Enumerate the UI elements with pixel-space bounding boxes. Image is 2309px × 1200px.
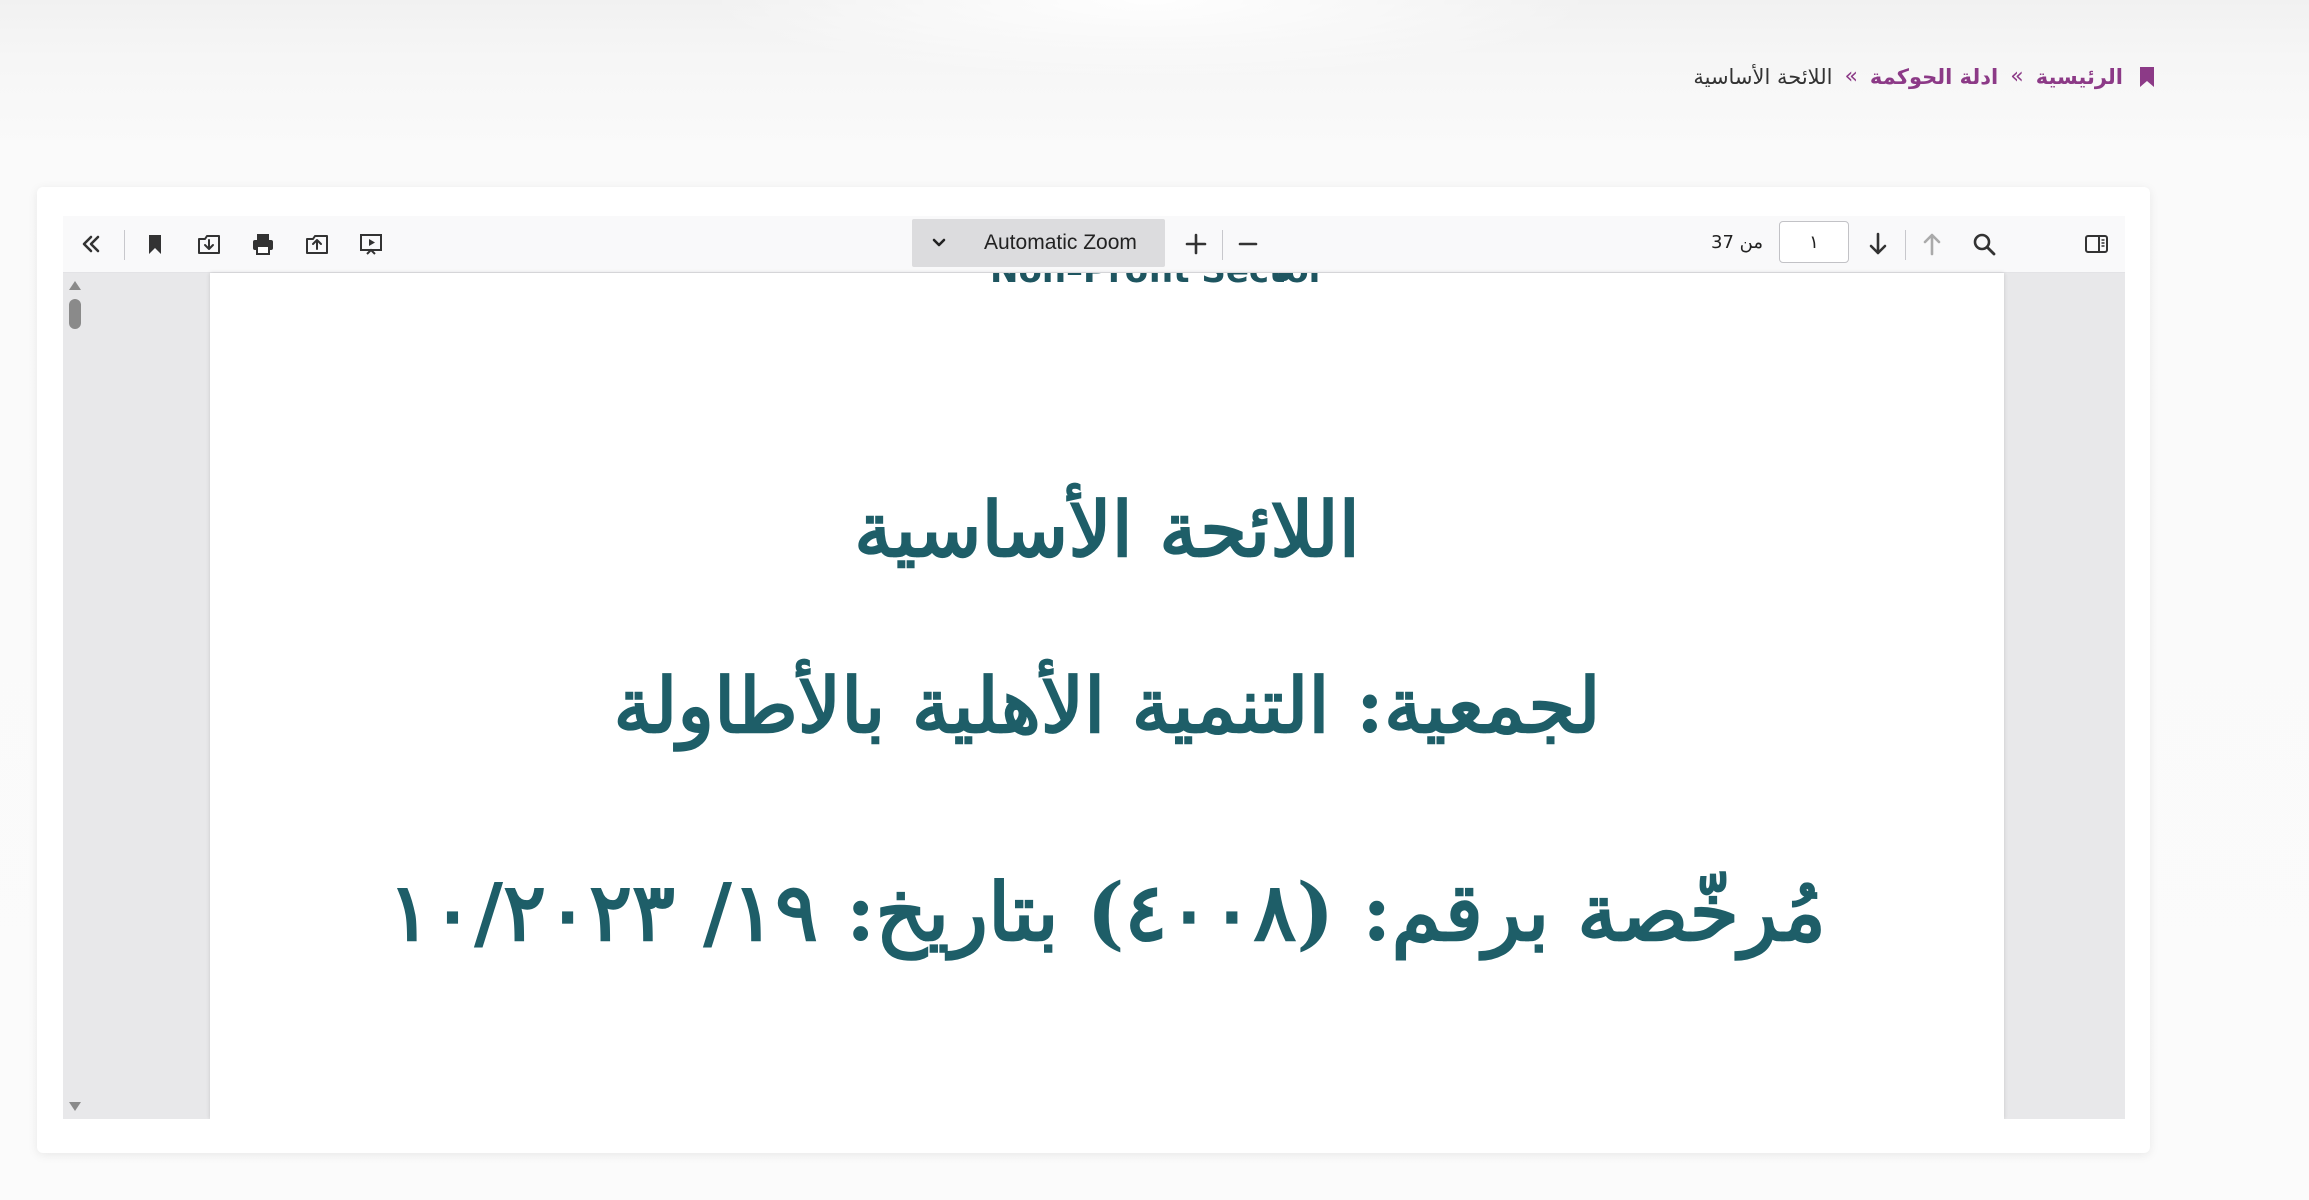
document-area[interactable]: Non–Profit Sector اللائحة الأساسية لجمعي… [63,273,2125,1119]
toolbar-separator [124,230,125,260]
presentation-icon [360,234,382,255]
zoom-out-button[interactable] [1228,224,1268,264]
pdf-toolbar: Automatic Zoom من 37 ١ [63,216,2125,273]
find-button[interactable] [1964,224,2004,264]
tools-toggle-button[interactable] [71,224,111,264]
sidebar-toggle-button[interactable] [2076,224,2116,264]
scroll-thumb[interactable] [69,299,81,329]
document-association-name: لجمعية: التنمية الأهلية بالأطاولة [613,661,1601,750]
breadcrumb-section-link[interactable]: ادلة الحوكمة [1870,65,1998,89]
document-title: اللائحة الأساسية [854,485,1360,574]
toolbar-separator [1222,230,1223,260]
page-count-label: من 37 [1711,232,1763,253]
minus-icon [1238,242,1258,246]
breadcrumb: الرئيسية » ادلة الحوكمة » اللائحة الأساس… [1693,64,2155,89]
breadcrumb-separator: » [1844,64,1858,89]
download-button[interactable] [189,224,229,264]
presentation-mode-button[interactable] [351,224,391,264]
scroll-down-arrow[interactable] [69,1102,81,1111]
next-page-button[interactable] [1858,224,1898,264]
page-header-text: Non–Profit Sector [990,273,1325,291]
plus-icon [1185,233,1207,255]
arrow-down-icon [1869,232,1887,255]
document-license-info: مُرخّصة برقم: (٤٠٠٨) بتاريخ: ١٩/ ١٠/٢٠٢٣ [387,865,1826,959]
scroll-up-arrow[interactable] [69,281,81,290]
breadcrumb-separator: » [2010,64,2024,89]
previous-page-button[interactable] [1912,224,1952,264]
print-button[interactable] [243,224,283,264]
chevron-down-icon [932,238,946,247]
arrow-up-icon [1923,233,1941,256]
open-file-button[interactable] [297,224,337,264]
sidebar-icon [2085,235,2108,253]
bookmark-button[interactable] [135,224,175,264]
bookmark-icon [149,235,161,254]
zoom-in-button[interactable] [1176,224,1216,264]
toolbar-separator [1905,230,1906,260]
breadcrumb-home-link[interactable]: الرئيسية [2036,65,2123,89]
bookmark-icon [2139,66,2155,87]
pdf-viewer: Automatic Zoom من 37 ١ اللائحة الأساسية … [63,216,2125,1119]
zoom-select-label: Automatic Zoom [984,231,1137,254]
search-icon [1973,233,1996,256]
page-number-input[interactable]: ١ [1779,221,1849,263]
print-icon [253,234,273,255]
zoom-select[interactable]: Automatic Zoom [912,219,1165,267]
breadcrumb-current: اللائحة الأساسية [1693,64,1833,89]
vertical-scrollbar[interactable] [63,273,87,1119]
open-folder-icon [306,235,328,254]
document-page: Non–Profit Sector اللائحة الأساسية لجمعي… [210,273,2004,1119]
download-icon [198,235,220,254]
double-chevron-left-icon [82,235,100,253]
